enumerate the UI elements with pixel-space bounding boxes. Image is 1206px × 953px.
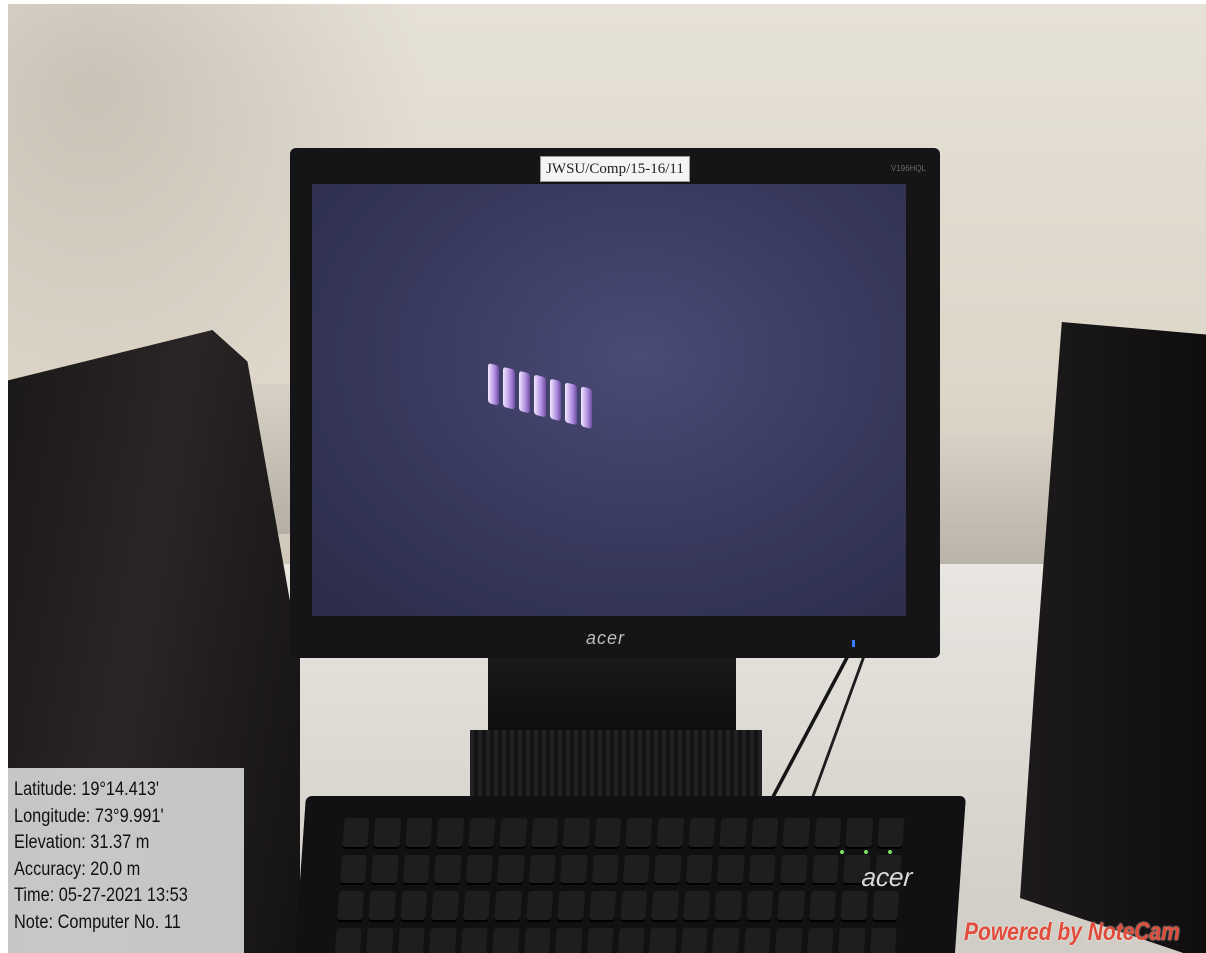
time-text: Time: 05-27-2021 13:53: [14, 885, 188, 906]
monitor-stand: [488, 656, 736, 736]
latitude-text: Latitude: 19°14.413': [14, 779, 160, 800]
keyboard-led-indicators: [839, 850, 893, 854]
keyboard-brand-logo: acer: [860, 862, 914, 892]
asset-tag-label: JWSU/Comp/15-16/11: [540, 156, 690, 182]
monitor: JWSU/Comp/15-16/11 V196HQL acer: [290, 148, 940, 658]
longitude-text: Longitude: 73°9.991': [14, 805, 164, 827]
pc-tower-right: [1020, 322, 1206, 953]
screensaver-3d-logo: [488, 363, 592, 435]
accuracy-text: Accuracy: 20.0 m: [14, 858, 141, 880]
power-led-icon: [852, 640, 855, 647]
keyboard-keys: [334, 818, 905, 953]
notecam-watermark: Powered by NoteCam: [964, 918, 1180, 946]
monitor-brand-logo: acer: [586, 628, 626, 648]
monitor-screen: [312, 184, 906, 616]
keyboard: acer: [294, 796, 966, 953]
geotag-overlay: Latitude: 19°14.413' Longitude: 73°9.991…: [8, 768, 244, 953]
photo-scene: JWSU/Comp/15-16/11 V196HQL acer acer Lat…: [0, 0, 1206, 953]
monitor-model-label: V196HQL: [890, 164, 926, 173]
note-text: Note: Computer No. 11: [14, 911, 181, 933]
elevation-text: Elevation: 31.37 m: [14, 832, 150, 853]
